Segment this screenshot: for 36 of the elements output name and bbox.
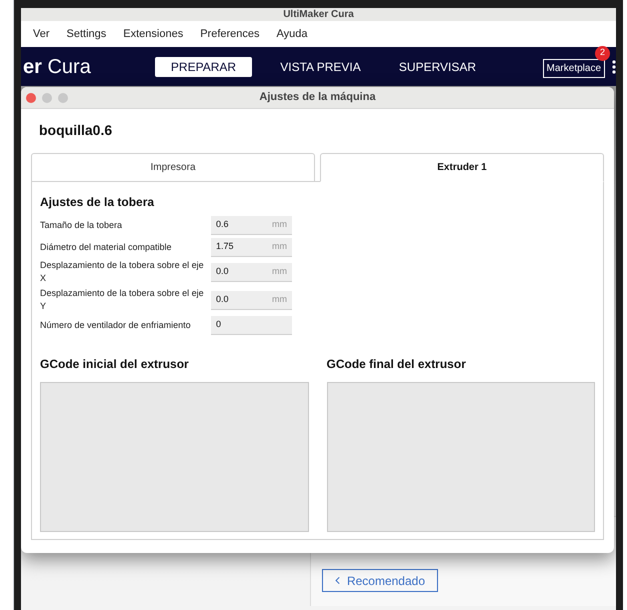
field-label: Número de ventilador de enfriamiento	[40, 318, 192, 332]
recommended-button[interactable]: Recomendado	[322, 569, 438, 592]
zoom-button[interactable]	[58, 92, 68, 102]
stage-tab[interactable]: PREPARAR	[155, 56, 252, 76]
gcode-title: GCode final del extrusor	[326, 356, 467, 373]
machine-name: boquilla0.6	[39, 121, 114, 140]
app-title: UltiMaker Cura	[283, 8, 354, 20]
number-field[interactable]: 0.0 mm	[211, 290, 292, 310]
section-title: Ajustes de la tobera	[40, 194, 156, 211]
more-icon[interactable]	[612, 60, 616, 74]
number-field[interactable]: 0.6 mm	[211, 216, 292, 234]
gcode-editor[interactable]	[40, 382, 308, 532]
close-button[interactable]	[26, 92, 36, 102]
number-field[interactable]: 0.0 mm	[211, 262, 292, 282]
menu-item[interactable]: Extensiones	[123, 26, 184, 42]
marketplace-button[interactable]: Marketplace	[542, 58, 605, 78]
field-label: Tamaño de la tobera	[40, 218, 124, 232]
settings-tab[interactable]: Extruder 1	[320, 153, 604, 182]
minimize-button[interactable]	[42, 92, 52, 102]
field-label: Desplazamiento de la tobera sobre el eje Y	[40, 287, 205, 313]
number-field[interactable]: 0	[211, 316, 292, 334]
field-label: Desplazamiento de la tobera sobre el eje X	[40, 259, 205, 285]
stage-tab[interactable]: VISTA PREVIA	[272, 56, 369, 76]
settings-tab[interactable]: Impresora	[31, 153, 315, 182]
menu-item[interactable]: Preferences	[200, 26, 260, 42]
stage-tab[interactable]: SUPERVISAR	[389, 56, 486, 76]
chevron-left-icon	[335, 575, 340, 586]
number-field[interactable]: 1.75 mm	[211, 238, 292, 256]
field-label: Diámetro del material compatible	[40, 240, 173, 254]
menu-item[interactable]: Settings	[66, 26, 106, 42]
menu-item[interactable]: Ver	[33, 26, 50, 42]
gcode-title: GCode inicial del extrusor	[40, 356, 190, 373]
menu-item[interactable]: Ayuda	[276, 26, 308, 42]
gcode-editor[interactable]	[326, 382, 595, 532]
dialog-title: Ajustes de la máquina	[258, 90, 377, 106]
app-logo: er Cura	[22, 54, 92, 80]
